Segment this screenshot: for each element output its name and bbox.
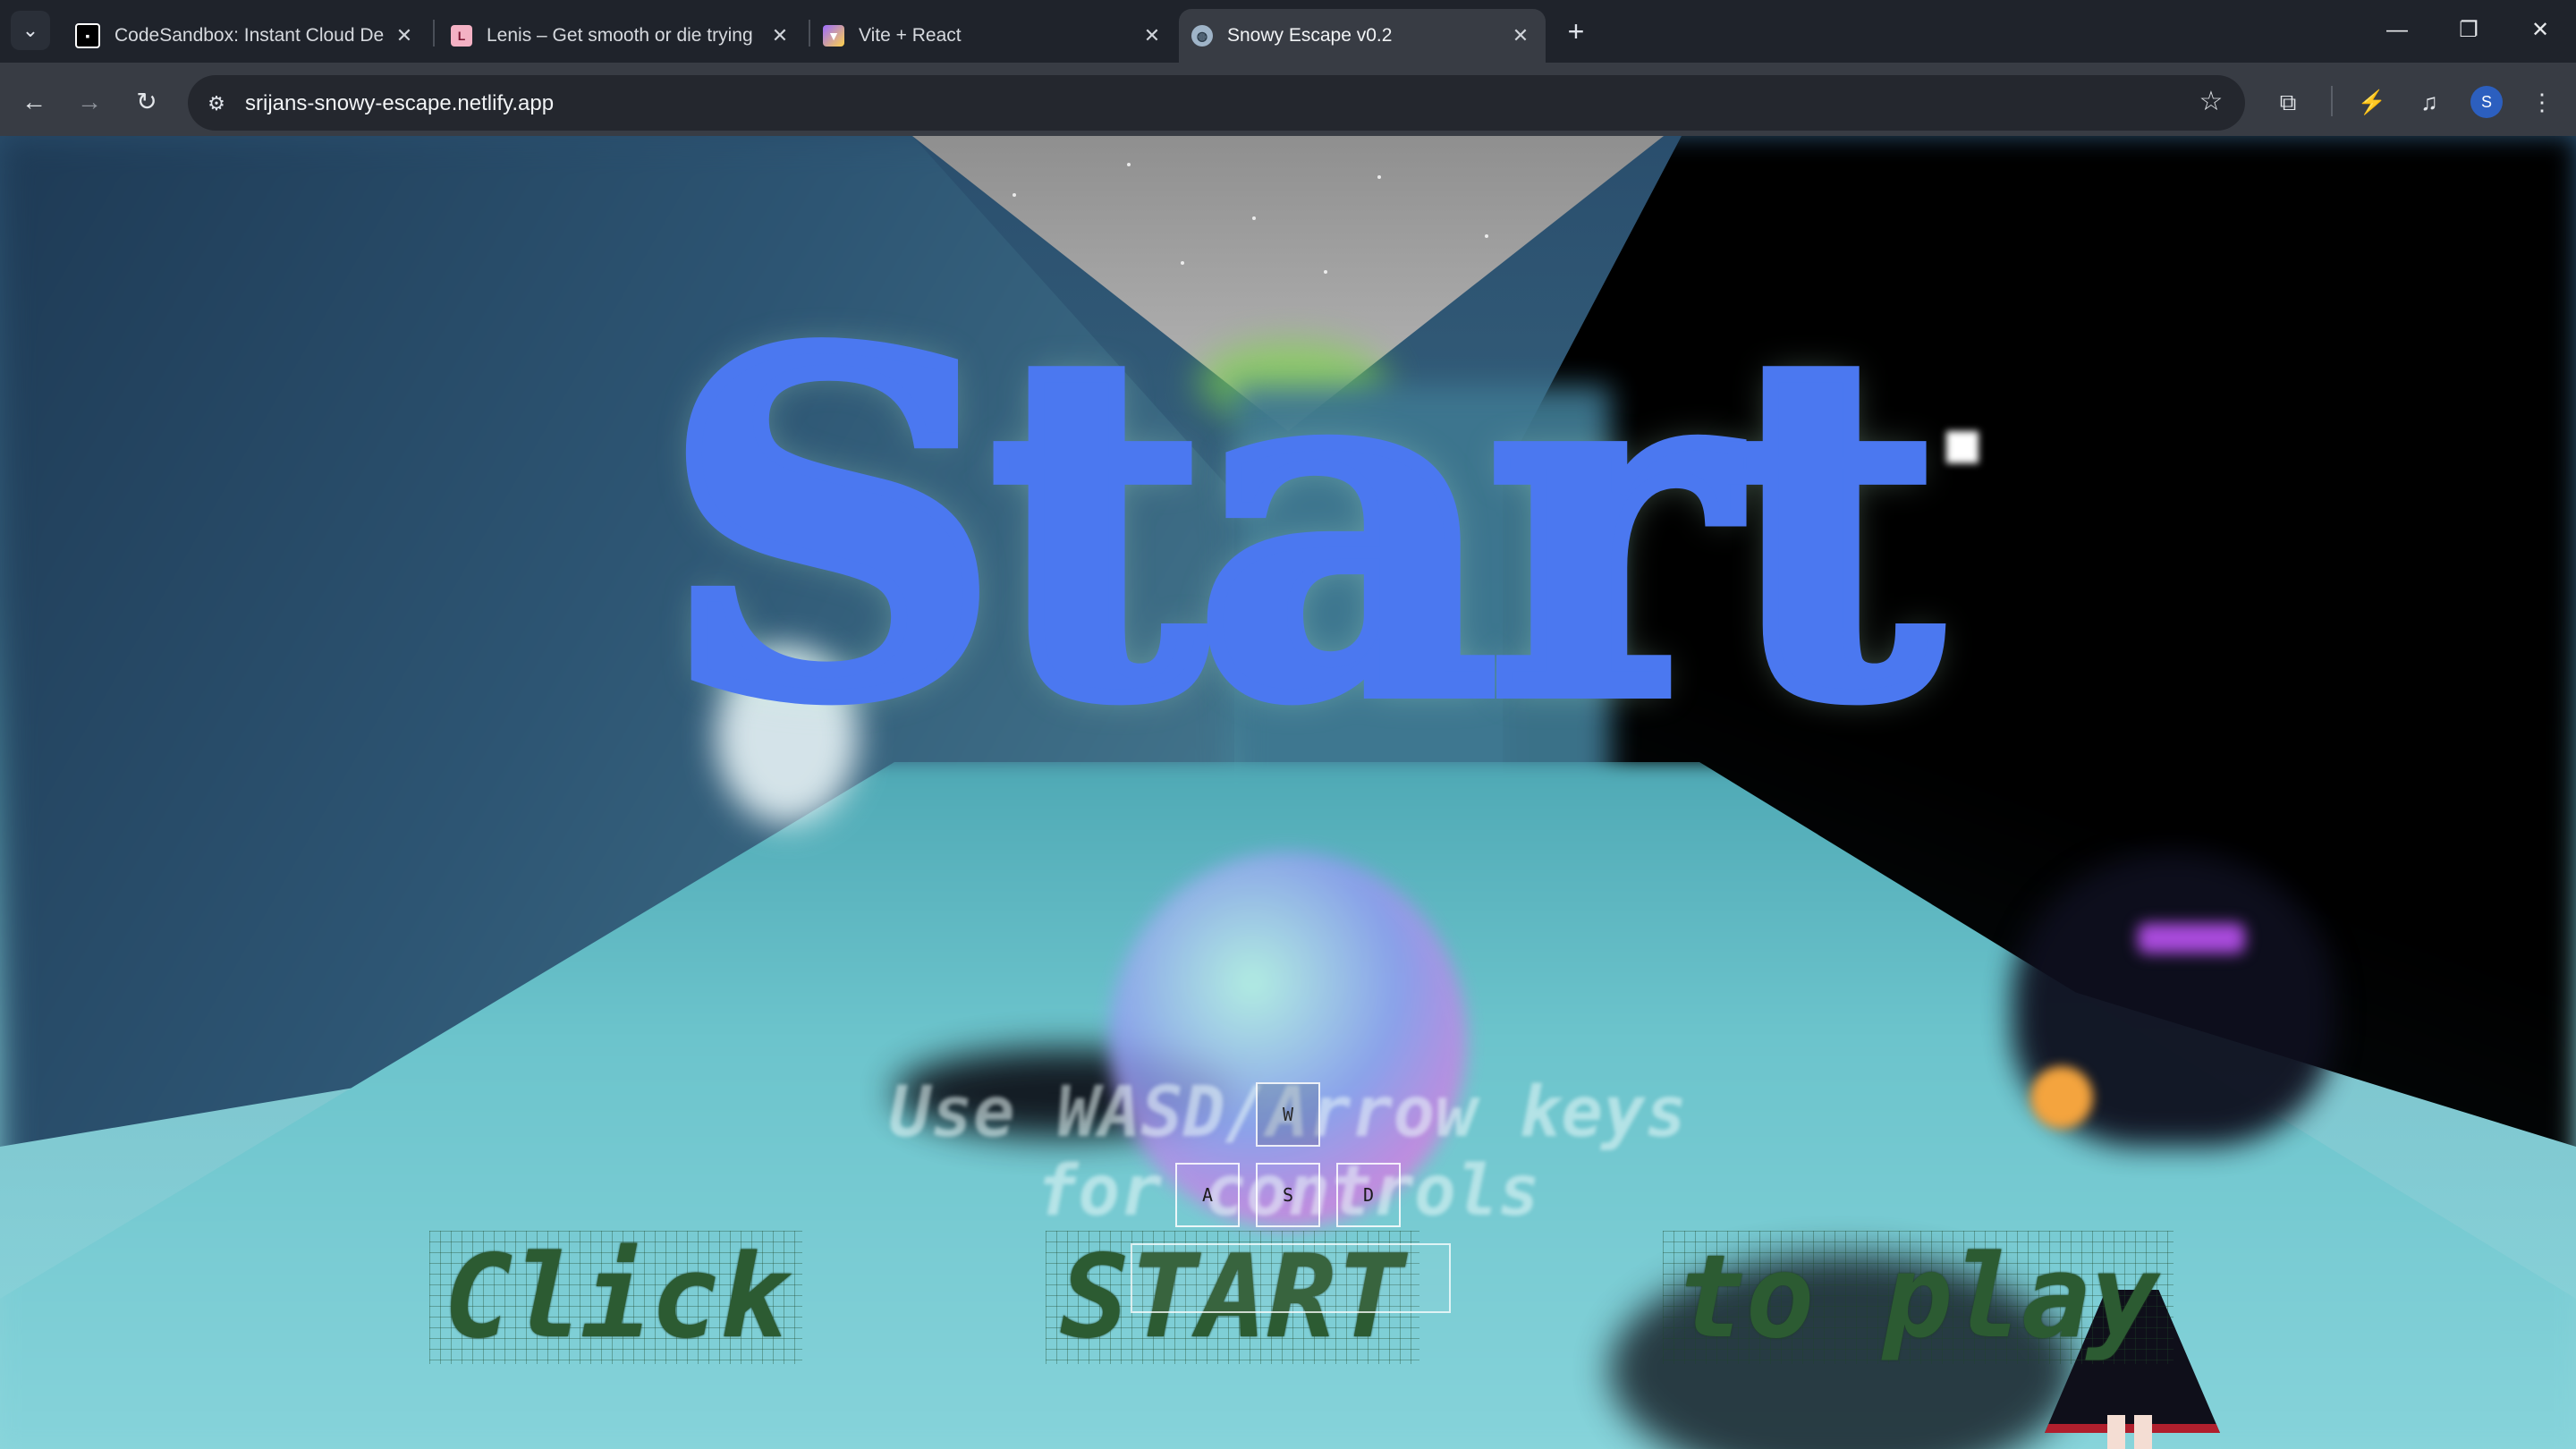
toolbar-divider [2331, 86, 2333, 116]
tab-lenis[interactable]: L Lenis – Get smooth or die trying ✕ [438, 9, 805, 63]
chevron-down-icon: ⌄ [21, 19, 39, 41]
key-a[interactable]: A [1175, 1163, 1240, 1227]
back-arrow-icon[interactable]: ← [14, 82, 54, 122]
tab-codesandbox[interactable]: ▪ CodeSandbox: Instant Cloud De ✕ [63, 9, 429, 63]
tab-title: Lenis – Get smooth or die trying [487, 25, 753, 46]
start-title: Start [656, 254, 1948, 801]
minimize-icon[interactable]: — [2370, 13, 2424, 48]
close-icon[interactable]: ✕ [392, 24, 417, 47]
close-icon[interactable]: ✕ [1140, 24, 1165, 47]
extensions-icon[interactable]: ⧉ [2268, 82, 2308, 122]
close-icon[interactable]: ✕ [767, 24, 792, 47]
tab-search-button[interactable]: ⌄ [11, 11, 50, 50]
tab-snowy-escape[interactable]: ◍ Snowy Escape v0.2 ✕ [1179, 9, 1546, 63]
key-s[interactable]: S [1256, 1163, 1320, 1227]
lenis-icon: L [451, 25, 472, 47]
globe-icon: ◍ [1191, 25, 1213, 47]
media-control-icon[interactable]: ♫ [2410, 82, 2449, 122]
to-play-word: to play [1663, 1230, 2174, 1364]
bookmark-star-icon[interactable]: ☆ [2191, 82, 2231, 122]
new-tab-button[interactable]: + [1558, 14, 1594, 50]
start-button[interactable] [1131, 1243, 1451, 1313]
site-settings-icon[interactable]: ⚙ [199, 86, 234, 122]
menu-kebab-icon[interactable]: ⋮ [2522, 82, 2562, 122]
performance-icon[interactable]: ⚡ [2352, 82, 2392, 122]
key-w[interactable]: W [1256, 1082, 1320, 1147]
tab-divider [433, 20, 435, 47]
player-legs [2107, 1415, 2152, 1449]
player-hat-band [2138, 923, 2245, 953]
close-window-icon[interactable]: ✕ [2513, 13, 2567, 48]
close-icon[interactable]: ✕ [1508, 24, 1533, 47]
reload-icon[interactable]: ↻ [127, 82, 166, 122]
tab-vite-react[interactable]: ▼ Vite + React ✕ [810, 9, 1177, 63]
forward-arrow-icon[interactable]: → [70, 82, 109, 122]
tab-title: Snowy Escape v0.2 [1227, 25, 1393, 46]
player-hat-ornament [2030, 1066, 2093, 1129]
key-d[interactable]: D [1336, 1163, 1401, 1227]
codesandbox-icon: ▪ [75, 23, 100, 48]
url-text[interactable]: srijans-snowy-escape.netlify.app [245, 86, 554, 122]
restore-icon[interactable]: ❐ [2442, 13, 2496, 48]
vite-icon: ▼ [823, 25, 844, 47]
tab-title: Vite + React [859, 25, 962, 46]
click-word: Click [429, 1230, 802, 1364]
profile-avatar[interactable]: S [2470, 86, 2503, 118]
tab-title: CodeSandbox: Instant Cloud De [114, 25, 385, 46]
